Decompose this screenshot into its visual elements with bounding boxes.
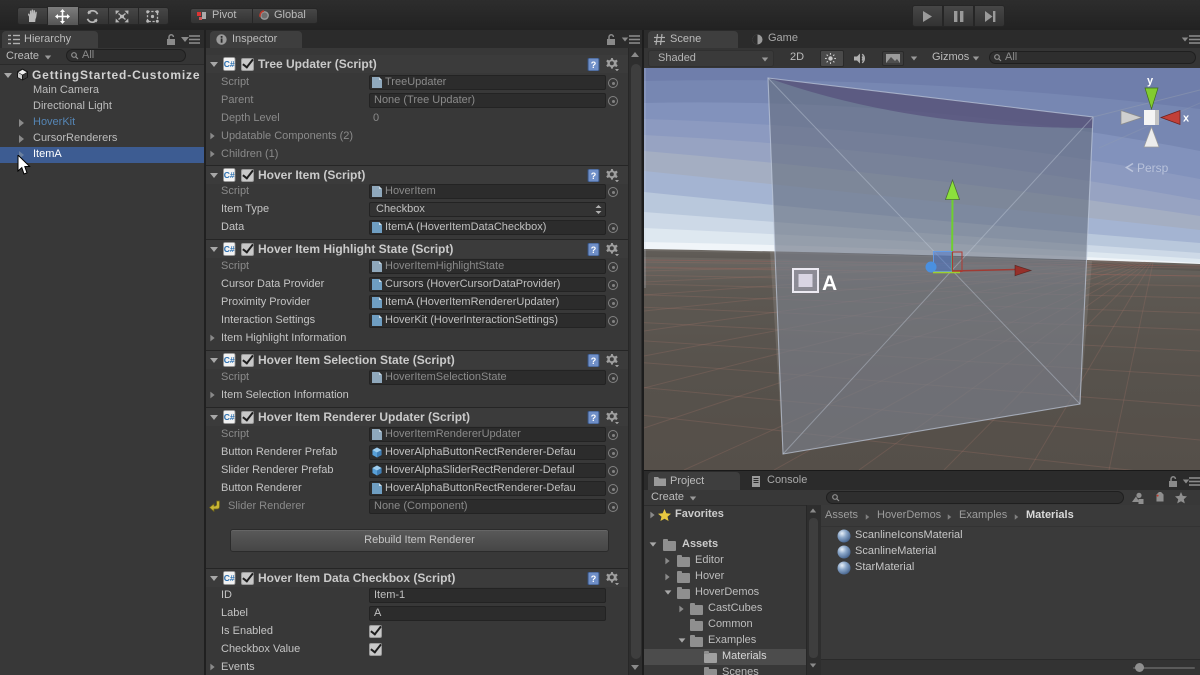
svg-text:C#: C# (224, 244, 235, 254)
svg-text:C#: C# (224, 412, 235, 422)
svg-text:?: ? (591, 245, 597, 255)
svg-text:?: ? (591, 356, 597, 366)
svg-text:x: x (1183, 113, 1190, 125)
svg-text:C#: C# (224, 59, 235, 69)
svg-text:?: ? (591, 574, 597, 584)
svg-text:y: y (1147, 75, 1154, 87)
svg-text:Persp: Persp (1137, 161, 1169, 175)
svg-text:C#: C# (224, 355, 235, 365)
svg-text:?: ? (591, 171, 597, 181)
svg-text:C#: C# (224, 573, 235, 583)
svg-text:?: ? (591, 60, 597, 70)
svg-text:A: A (822, 272, 837, 295)
svg-text:?: ? (591, 413, 597, 423)
svg-text:C#: C# (224, 170, 235, 180)
